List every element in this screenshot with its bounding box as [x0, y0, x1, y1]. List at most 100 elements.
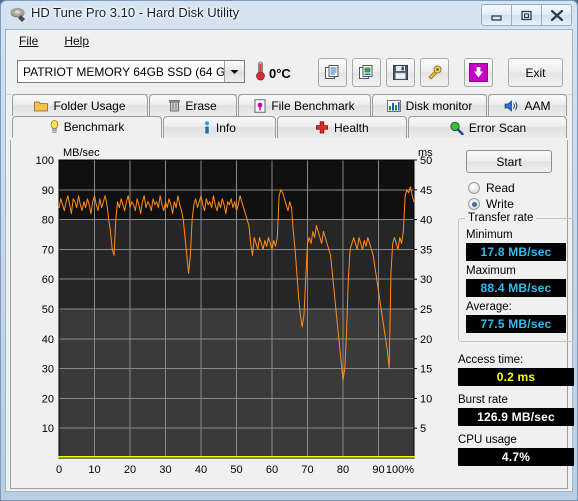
axis-tick-label: 20	[42, 393, 54, 405]
menu-help[interactable]: Help	[59, 32, 94, 50]
exit-button[interactable]: Exit	[508, 58, 563, 87]
axis-tick-label: 20	[420, 334, 432, 346]
axis-tick-label: 20	[124, 464, 136, 476]
menu-bar: File Help	[6, 30, 572, 53]
axis-tick-label: 45	[420, 185, 432, 197]
benchmark-chart: MB/sec ms 10 20 30 40 50 60 70 80 90 100 5 10 15 20 25 30…	[27, 144, 447, 494]
chevron-down-icon[interactable]	[224, 61, 244, 82]
copy-icon[interactable]	[318, 58, 347, 87]
window-title: HD Tune Pro 3.10 - Hard Disk Utility	[31, 5, 240, 20]
folder-icon	[34, 100, 49, 112]
axis-tick-label: 60	[42, 274, 54, 286]
maximum-value: 88.4 MB/sec	[466, 279, 566, 297]
tab-error-scan[interactable]: Error Scan	[408, 116, 567, 138]
tab-error-scan-label: Error Scan	[468, 120, 527, 135]
title-bar: HD Tune Pro 3.10 - Hard Disk Utility	[1, 1, 577, 28]
tab-aam-label: AAM	[524, 98, 551, 113]
menu-file-label: File	[19, 34, 39, 48]
tab-benchmark-label: Benchmark	[63, 120, 125, 134]
tab-health[interactable]: Health	[276, 116, 408, 138]
start-button[interactable]: Start	[466, 150, 552, 173]
exit-button-label: Exit	[525, 65, 546, 80]
metrics-group: Access time: 0.2 ms Burst rate 126.9 MB/…	[458, 354, 574, 466]
tab-file-benchmark-label: File Benchmark	[271, 98, 355, 113]
axis-tick-label: 40	[195, 464, 207, 476]
tab-folder-usage[interactable]: Folder Usage	[12, 94, 148, 116]
radio-write[interactable]: Write	[468, 197, 574, 211]
close-button[interactable]	[542, 4, 572, 26]
axis-tick-label: 35	[420, 244, 432, 256]
temperature-indicator: 0°C	[255, 61, 291, 86]
transfer-rate-group-label: Transfer rate	[465, 212, 537, 224]
axis-tick-label: 60	[266, 464, 278, 476]
tab-disk-monitor-label: Disk monitor	[405, 98, 473, 113]
axis-tick-label: 10	[88, 464, 100, 476]
average-label: Average:	[466, 301, 512, 313]
axis-tick-label: 10	[420, 393, 432, 405]
axis-tick-label: 0	[56, 464, 62, 476]
tab-benchmark[interactable]: Benchmark	[12, 116, 163, 138]
axis-tick-label: 80	[42, 215, 54, 227]
tab-aam[interactable]: AAM	[488, 94, 567, 116]
axis-tick-label: 50	[230, 464, 242, 476]
drive-selector[interactable]: PATRIOT MEMORY 64GB SSD (64 GB)	[17, 60, 245, 83]
radio-write-label: Write	[486, 197, 514, 211]
axis-tick-label: 90	[372, 464, 384, 476]
burst-rate-label: Burst rate	[458, 394, 508, 406]
axis-tick-label: 25	[420, 304, 432, 316]
axis-tick-label: 40	[42, 334, 54, 346]
application-window: HD Tune Pro 3.10 - Hard Disk Utility Fil…	[0, 0, 578, 501]
tab-row-2: Benchmark Info Health Error Scan	[12, 116, 568, 138]
radio-write-dot[interactable]	[468, 198, 480, 210]
tab-info[interactable]: Info	[163, 116, 276, 138]
speaker-icon	[504, 99, 519, 112]
axis-tick-label: 40	[420, 215, 432, 227]
info-icon	[203, 120, 211, 135]
tab-health-label: Health	[334, 120, 369, 135]
menu-file[interactable]: File	[14, 32, 43, 50]
cpu-usage-label: CPU usage	[458, 434, 517, 446]
cross-icon	[315, 121, 329, 134]
tab-info-label: Info	[215, 120, 236, 135]
minimize-button[interactable]	[481, 4, 512, 26]
axis-tick-label: 70	[42, 244, 54, 256]
minimum-value: 17.8 MB/sec	[466, 243, 566, 261]
download-icon[interactable]	[464, 58, 493, 87]
bar-chart-icon	[386, 99, 401, 112]
axis-tick-label: MB/sec	[63, 147, 100, 159]
tab-row-1: Folder Usage Erase File Benchmark Disk m…	[12, 94, 568, 116]
average-value: 77.5 MB/sec	[466, 315, 566, 333]
menu-help-label: Help	[64, 34, 90, 48]
axis-tick-label: 50	[42, 304, 54, 316]
tab-disk-monitor[interactable]: Disk monitor	[372, 94, 487, 116]
tab-strip: Folder Usage Erase File Benchmark Disk m…	[6, 94, 572, 140]
axis-tick-label: 50	[420, 155, 432, 167]
axis-tick-label: 70	[301, 464, 313, 476]
access-time-value: 0.2 ms	[458, 368, 574, 386]
tab-erase[interactable]: Erase	[149, 94, 237, 116]
radio-read-dot[interactable]	[468, 182, 480, 194]
axis-tick-label: 100	[36, 155, 54, 167]
benchmark-chart-svg: MB/sec ms10203040506070809010051015202530…	[36, 147, 434, 476]
tab-erase-label: Erase	[185, 98, 217, 113]
cpu-usage-value: 4.7%	[458, 448, 574, 466]
radio-read[interactable]: Read	[468, 181, 574, 195]
start-button-label: Start	[496, 154, 522, 169]
axis-tick-label: 10	[42, 423, 54, 435]
axis-tick-label: 15	[420, 364, 432, 376]
tab-file-benchmark[interactable]: File Benchmark	[238, 94, 371, 116]
toolbar-buttons: Exit	[318, 58, 563, 87]
tools-icon[interactable]	[420, 58, 449, 87]
copy-image-icon[interactable]	[352, 58, 381, 87]
axis-tick-label: 30	[42, 364, 54, 376]
save-icon[interactable]	[386, 58, 415, 87]
magnifier-icon	[449, 121, 464, 135]
access-time-label: Access time:	[458, 354, 524, 366]
drive-selector-value: PATRIOT MEMORY 64GB SSD (64 GB)	[23, 64, 224, 79]
benchmark-panel: MB/sec ms 10 20 30 40 50 60 70 80 90 100 5 10 15 20 25 30…	[10, 140, 574, 489]
burst-rate-value: 126.9 MB/sec	[458, 408, 574, 426]
app-icon	[9, 6, 26, 23]
axis-tick-label: 90	[42, 185, 54, 197]
maximize-button[interactable]	[512, 4, 542, 26]
axis-tick-label: 5	[420, 423, 426, 435]
